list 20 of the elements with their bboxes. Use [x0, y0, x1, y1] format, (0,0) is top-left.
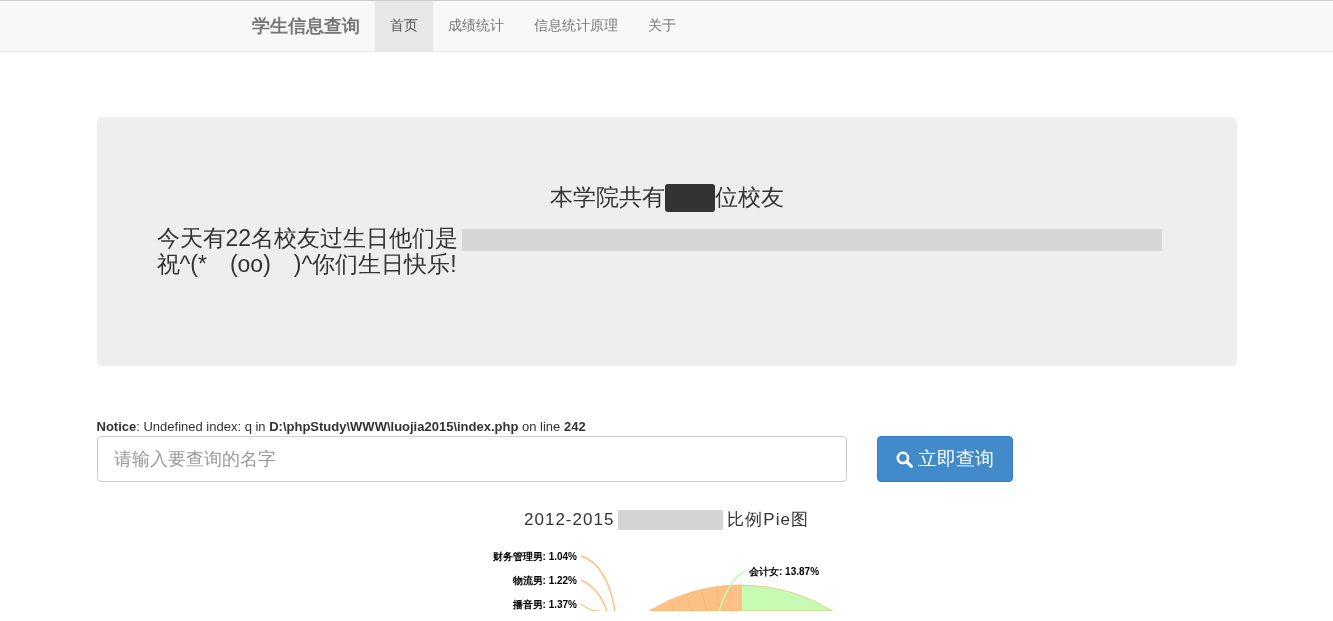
alumni-count-text: 位校友: [714, 183, 784, 212]
chart-title: 2012-2015: [524, 509, 615, 530]
nav-link[interactable]: 关于: [632, 1, 691, 51]
nav-link[interactable]: 信息统计原理: [518, 1, 633, 51]
birthday-text: 祝^(* (oo) )^你们生日快乐!: [156, 251, 457, 278]
search-icon: [895, 450, 913, 468]
nav-link[interactable]: 成绩统计: [432, 1, 519, 51]
slice-label: 会计女: 13.87%: [748, 566, 819, 577]
chart-title: 比例Pie图: [727, 509, 809, 531]
slice-label: 播音男: 1.37%: [512, 599, 577, 610]
birthday-text: 今天有22名校友过生日他们是: [156, 225, 459, 251]
redacted-block: [664, 183, 715, 212]
search-field[interactable]: 请输入要查询的名字: [96, 436, 847, 482]
slice-label: 物流男: 1.22%: [512, 575, 577, 586]
brand-link[interactable]: 学生信息查询: [81, 1, 375, 51]
search-button[interactable]: 立即查询: [876, 436, 1013, 482]
slice-label: 财务管理男: 1.04%: [492, 551, 577, 562]
php-notice-text: Notice: Undefined index: q in D:\phpStudy\WWW\luojia2015\index.php on line 242: [96, 419, 587, 434]
alumni-count-text: 本学院共有: [549, 183, 665, 212]
nav-link[interactable]: 首页: [374, 1, 433, 51]
